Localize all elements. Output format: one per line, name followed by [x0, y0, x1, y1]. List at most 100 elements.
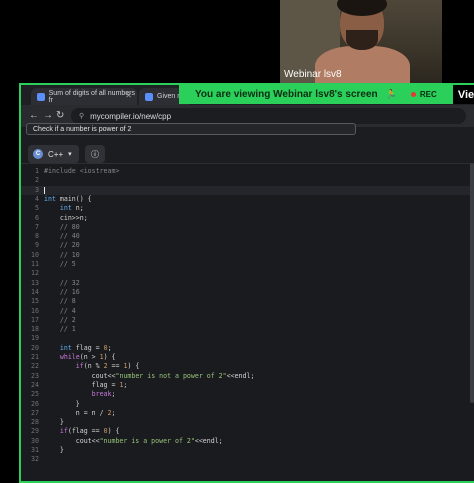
line-number: 29 — [31, 427, 39, 436]
site-info-icon[interactable]: ⚲ — [79, 112, 84, 120]
line-code: } — [44, 399, 80, 408]
line-code: n = n / 2; — [44, 408, 116, 417]
code-line[interactable]: 11 // 5 — [21, 260, 474, 269]
code-line[interactable]: 10 // 10 — [21, 251, 474, 260]
code-line[interactable]: 21 while(n > 1) { — [21, 353, 474, 362]
line-number: 22 — [31, 362, 39, 371]
code-line[interactable]: 23 cout<<"number is not a power of 2"<<e… — [21, 372, 474, 381]
line-number: 27 — [31, 408, 39, 417]
code-editor[interactable]: 1 #include <iostream> 2 3 4 int main() {5 int… — [21, 163, 474, 481]
code-line[interactable]: 5 int n; — [21, 204, 474, 213]
line-code: cin>>n; — [44, 213, 88, 222]
line-number: 9 — [35, 241, 39, 250]
back-arrow-icon[interactable]: ← — [29, 110, 39, 121]
line-number: 7 — [35, 222, 39, 231]
webcam-name-label: Webinar lsv8 — [284, 69, 342, 80]
line-code: // 16 — [59, 287, 80, 296]
code-line[interactable]: 25 break; — [21, 390, 474, 399]
line-number: 14 — [31, 287, 39, 296]
webcam-tile: Webinar lsv8 — [280, 0, 442, 84]
line-number: 25 — [31, 390, 39, 399]
site-favicon-icon — [37, 92, 45, 101]
line-code: // 40 — [59, 232, 80, 241]
code-line[interactable]: 26 } — [21, 400, 474, 409]
code-line[interactable]: 20 int flag = 0; — [21, 344, 474, 353]
screen-share-banner: You are viewing Webinar lsv8's screen 🏃 … — [179, 85, 474, 104]
line-number: 26 — [31, 399, 39, 408]
code-line[interactable]: 22 if(n % 2 == 1) { — [21, 362, 474, 371]
line-number: 6 — [35, 213, 39, 222]
program-title-input[interactable]: Check if a number is power of 2 — [26, 123, 356, 135]
line-number: 12 — [31, 269, 39, 278]
address-bar[interactable]: ⚲ mycompiler.io/new/cpp — [71, 108, 466, 124]
webcam-person-beard — [346, 30, 378, 50]
code-line[interactable]: 6 cin>>n; — [21, 214, 474, 223]
language-selector[interactable]: C C++ ▾ — [28, 145, 79, 163]
line-code: cout<<"number is a power of 2"<<endl; — [44, 436, 223, 445]
close-tab-icon[interactable]: ✕ — [125, 91, 132, 100]
line-code: flag = 1; — [44, 380, 128, 389]
code-line[interactable]: 19 — [21, 334, 474, 343]
code-line[interactable]: 1 #include <iostream> — [21, 167, 474, 176]
line-code: if(n % 2 == 1) { — [75, 362, 140, 371]
line-code: int main() { — [44, 194, 92, 203]
tab-label: Sum of digits of all numbers fr — [48, 89, 136, 104]
screen-share-text: You are viewing Webinar lsv8's screen — [195, 89, 378, 100]
line-number: 28 — [31, 418, 39, 427]
line-number: 19 — [31, 334, 39, 343]
line-code: // 5 — [59, 260, 76, 268]
line-code: // 2 — [59, 315, 76, 324]
code-line[interactable]: 16 // 4 — [21, 307, 474, 316]
code-line[interactable]: 12 — [21, 269, 474, 278]
line-number: 1 — [35, 167, 39, 175]
line-code: #include <iostream> — [44, 167, 120, 175]
code-line[interactable]: 31 } — [21, 446, 474, 455]
forward-arrow-icon[interactable]: → — [43, 110, 53, 121]
code-line[interactable]: 9 // 20 — [21, 241, 474, 250]
language-label: C++ — [48, 149, 64, 159]
code-line[interactable]: 27 n = n / 2; — [21, 409, 474, 418]
line-number: 8 — [35, 232, 39, 241]
code-line[interactable]: 28 } — [21, 418, 474, 427]
line-code: } — [44, 418, 64, 427]
line-number: 4 — [35, 194, 39, 203]
line-code: // 1 — [59, 325, 76, 334]
running-person-icon: 🏃 — [385, 89, 397, 99]
line-number: 20 — [31, 343, 39, 352]
info-button[interactable]: ⓘ — [85, 145, 105, 163]
code-line[interactable]: 24 flag = 1; — [21, 381, 474, 390]
recording-indicator: REC — [410, 90, 437, 99]
line-code: } — [44, 446, 64, 454]
browser-tab-sum-of-digits[interactable]: Sum of digits of all numbers fr ✕ — [31, 88, 137, 105]
line-number: 2 — [35, 176, 39, 185]
code-line[interactable]: 7 // 80 — [21, 223, 474, 232]
reload-icon[interactable]: ↻ — [56, 110, 64, 121]
code-line[interactable]: 17 // 2 — [21, 316, 474, 325]
code-line[interactable]: 30 cout<<"number is a power of 2"<<endl; — [21, 437, 474, 446]
line-code: // 8 — [59, 297, 76, 306]
code-line[interactable]: 2 — [21, 176, 474, 185]
code-line[interactable]: 4 int main() { — [21, 195, 474, 204]
code-line[interactable]: 8 // 40 — [21, 232, 474, 241]
line-code: if(flag == 0) { — [59, 427, 120, 436]
line-number: 11 — [31, 260, 39, 268]
code-line[interactable]: 3 — [21, 185, 474, 195]
line-code: // 20 — [59, 241, 80, 250]
line-number: 16 — [31, 306, 39, 315]
line-code: cout<<"number is not a power of 2"<<endl… — [44, 371, 255, 380]
code-line[interactable]: 15 // 8 — [21, 297, 474, 306]
line-code: int n; — [59, 204, 84, 213]
view-options-button[interactable]: Vie — [453, 85, 474, 104]
line-number: 31 — [31, 446, 39, 454]
editor-scrollbar[interactable] — [470, 163, 474, 403]
cpp-logo-icon: C — [33, 149, 43, 159]
line-number: 32 — [31, 455, 39, 464]
code-line[interactable]: 32 — [21, 455, 474, 464]
code-line[interactable]: 29 if(flag == 0) { — [21, 427, 474, 436]
line-number: 3 — [35, 185, 39, 194]
code-line[interactable]: 14 // 16 — [21, 288, 474, 297]
line-code: // 10 — [59, 250, 80, 259]
code-line[interactable]: 13 // 32 — [21, 279, 474, 288]
line-code: break; — [91, 390, 116, 399]
code-line[interactable]: 18 // 1 — [21, 325, 474, 334]
